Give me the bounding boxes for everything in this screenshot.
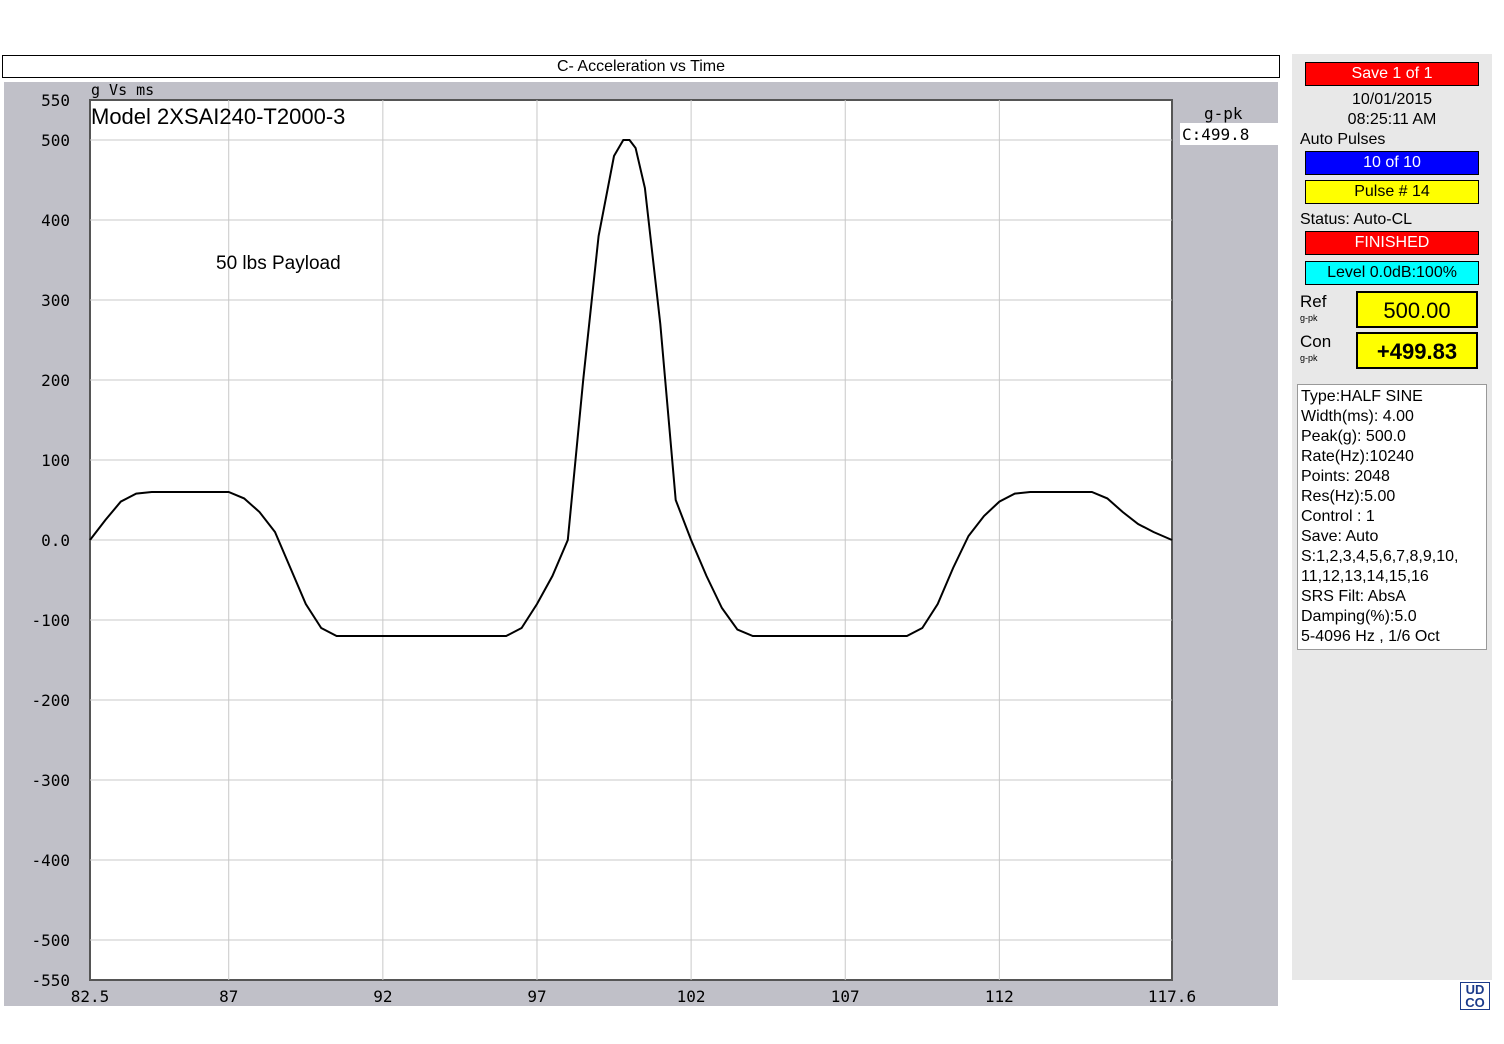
parameter-line: SRS Filt: AbsA [1301, 588, 1406, 605]
x-tick-label: 87 [219, 987, 238, 1006]
y-tick-label: 550 [41, 91, 70, 110]
y-tick-label: 100 [41, 451, 70, 470]
y-tick-label: -550 [31, 971, 70, 990]
parameter-line: Width(ms): 4.00 [1301, 408, 1414, 425]
y-tick-label: -200 [31, 691, 70, 710]
y-tick-label: 300 [41, 291, 70, 310]
x-tick-label: 107 [831, 987, 860, 1006]
status-panel: Save 1 of 1 10/01/2015 08:25:11 AM Auto … [1292, 54, 1492, 980]
con-label: Con [1300, 332, 1332, 351]
parameter-line: Type:HALF SINE [1301, 388, 1423, 405]
ref-unit: g-pk [1300, 313, 1318, 323]
parameter-line: Peak(g): 500.0 [1301, 428, 1406, 445]
y-tick-label: 0.0 [41, 531, 70, 550]
x-tick-label: 102 [677, 987, 706, 1006]
plot-panel: 550 500 400 300 200 100 0.0 -100 -200 -300 -400 -50… [4, 82, 1278, 1006]
parameter-line: Damping(%):5.0 [1301, 608, 1417, 625]
y-tick-label: 400 [41, 211, 70, 230]
x-tick-label: 82.5 [71, 987, 110, 1006]
pulse-parameters: Type:HALF SINE Width(ms): 4.00 Peak(g): 50… [1297, 384, 1487, 650]
y-tick-label: -500 [31, 931, 70, 950]
x-tick-label: 97 [527, 987, 546, 1006]
readout-label: g-pk [1204, 104, 1243, 123]
pulse-number-badge: Pulse # 14 [1305, 180, 1479, 204]
x-tick-label: 117.6 [1148, 987, 1196, 1006]
ref-value-display: 500.00 [1356, 291, 1478, 328]
ref-label: Ref [1300, 292, 1327, 311]
parameter-line: Control : 1 [1301, 508, 1375, 525]
units-label: g Vs ms [91, 82, 154, 99]
readout-value: C:499.8 [1182, 125, 1249, 144]
chart-title: Model 2XSAI240-T2000-3 [91, 104, 345, 129]
parameter-line: Rate(Hz):10240 [1301, 448, 1414, 465]
con-value-display: +499.83 [1356, 332, 1478, 369]
payload-annotation: 50 lbs Payload [216, 253, 341, 274]
date-text: 10/01/2015 [1351, 91, 1433, 108]
parameter-line: 5-4096 Hz , 1/6 Oct [1301, 628, 1440, 645]
status-label: Status: Auto-CL [1300, 211, 1413, 228]
y-tick-label: -400 [31, 851, 70, 870]
acceleration-chart: 550 500 400 300 200 100 0.0 -100 -200 -300 -400 -50… [31, 82, 1278, 1006]
parameter-line: S:1,2,3,4,5,6,7,8,9,10, [1301, 548, 1459, 565]
parameter-line: Res(Hz):5.00 [1301, 488, 1396, 505]
level-badge: Level 0.0dB:100% [1305, 261, 1479, 285]
udco-logo: UD CO [1460, 982, 1490, 1010]
auto-pulses-label: Auto Pulses [1300, 131, 1386, 148]
x-tick-label: 112 [985, 987, 1014, 1006]
auto-pulses-badge: 10 of 10 [1305, 151, 1479, 175]
con-unit: g-pk [1300, 353, 1318, 363]
y-tick-label: -300 [31, 771, 70, 790]
status-badge: FINISHED [1305, 231, 1479, 255]
parameter-line: 11,12,13,14,15,16 [1301, 568, 1429, 585]
save-status-badge: Save 1 of 1 [1305, 62, 1479, 86]
time-text: 08:25:11 AM [1347, 111, 1437, 128]
parameter-line: Points: 2048 [1301, 468, 1390, 485]
parameter-line: Save: Auto [1301, 528, 1379, 545]
y-tick-label: -100 [31, 611, 70, 630]
window-title: C- Acceleration vs Time [2, 55, 1280, 78]
y-tick-label: 500 [41, 131, 70, 150]
y-tick-label: 200 [41, 371, 70, 390]
x-tick-label: 92 [373, 987, 392, 1006]
